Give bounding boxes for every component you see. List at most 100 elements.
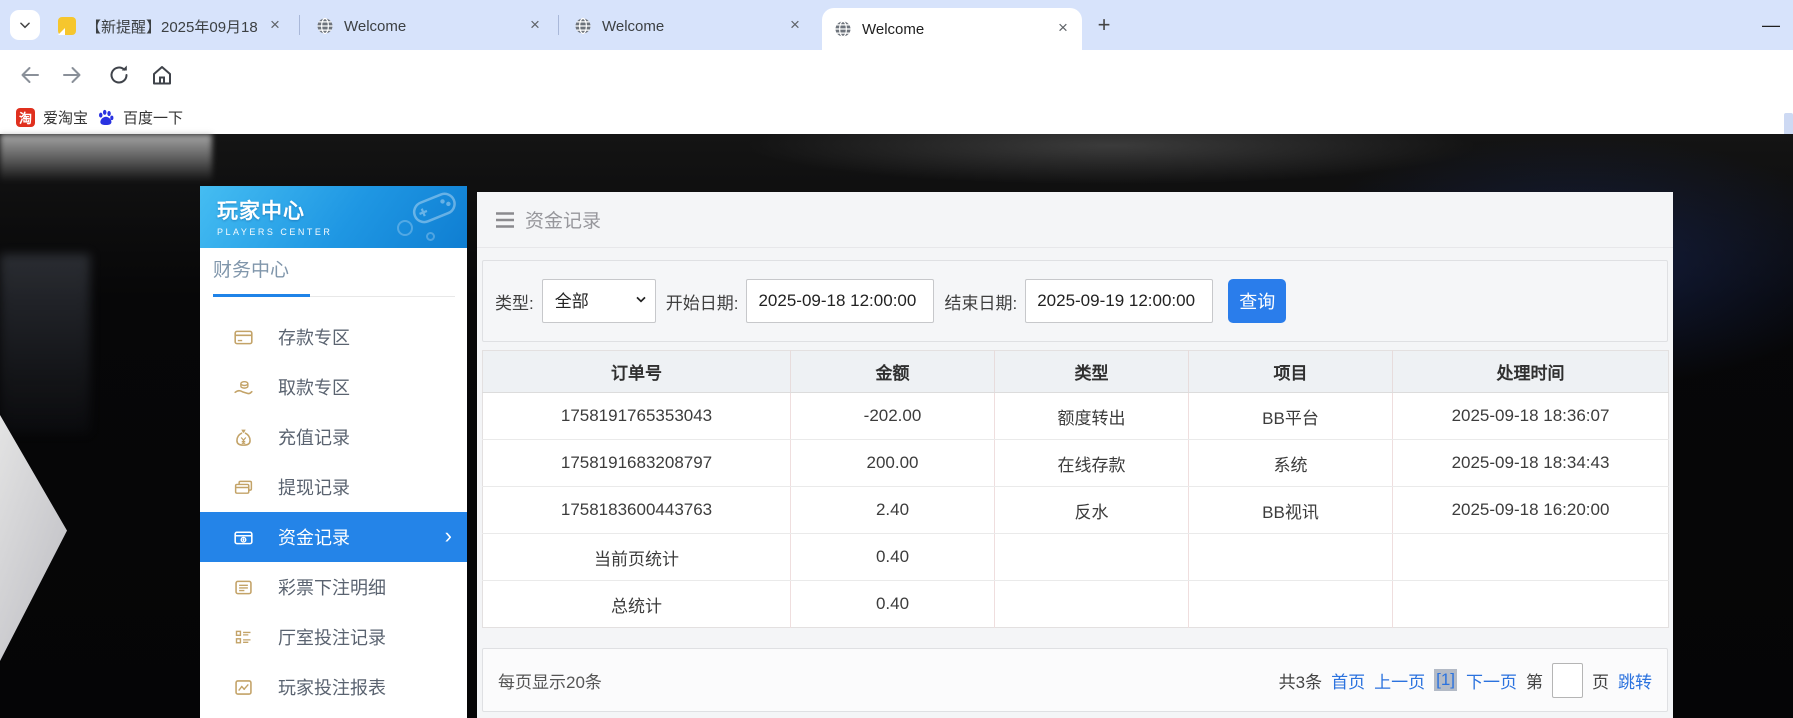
- tab-close-icon[interactable]: ×: [1052, 18, 1074, 40]
- jump-prefix: 第: [1526, 672, 1543, 692]
- cell-amount: 0.40: [790, 533, 995, 581]
- page-title: 资金记录: [525, 211, 602, 232]
- table-row-total-stats: 总统计 0.40: [482, 580, 1669, 628]
- sidebar-section-title: 财务中心: [213, 260, 290, 281]
- sidebar-item-label: 提现记录: [278, 478, 350, 498]
- tab-search-button[interactable]: [10, 10, 40, 40]
- sidebar-item-withdrawal-record[interactable]: 提现记录: [200, 462, 467, 512]
- back-icon[interactable]: [18, 63, 42, 87]
- tab-close-icon[interactable]: ×: [784, 15, 806, 37]
- tab-close-icon[interactable]: ×: [264, 15, 286, 37]
- pagination-controls: 共3条 首页 上一页 [1] 下一页 第 页 跳转: [1278, 662, 1652, 698]
- cell-type: 额度转出: [994, 392, 1189, 440]
- cell-process-time: 2025-09-18 16:20:00: [1392, 486, 1669, 534]
- sidebar-section: 财务中心: [200, 248, 467, 297]
- sidebar: 玩家中心 PLAYERS CENTER 财务中心 存款专区 取款专区 充值记录 …: [200, 186, 467, 718]
- withdraw-hand-icon: [234, 380, 253, 394]
- col-project: 项目: [1188, 350, 1393, 393]
- tab-title: Welcome: [344, 17, 407, 35]
- table-row-page-stats: 当前页统计 0.40: [482, 533, 1669, 581]
- wallet-icon: [234, 530, 253, 544]
- section-underline: [213, 294, 455, 297]
- first-page-link[interactable]: 首页: [1331, 668, 1365, 693]
- query-button[interactable]: 查询: [1228, 279, 1287, 323]
- end-date-label: 结束日期:: [944, 293, 1018, 313]
- bookmark-taobao[interactable]: 淘 爱淘宝: [16, 105, 88, 129]
- current-page-badge: [1]: [1434, 669, 1457, 691]
- table-row: 1758183600443763 2.40 反水 BB视讯 2025-09-18…: [482, 486, 1669, 534]
- cell-type: 在线存款: [994, 439, 1189, 487]
- cell-project: BB平台: [1188, 392, 1393, 440]
- sidebar-item-label: 玩家投注报表: [278, 678, 386, 698]
- bookmark-baidu[interactable]: 百度一下: [96, 105, 183, 129]
- globe-icon: [317, 17, 333, 35]
- background-triangle: [0, 415, 67, 661]
- cell-project: 系统: [1188, 439, 1393, 487]
- col-amount: 金额: [790, 350, 995, 393]
- type-select[interactable]: 全部: [541, 279, 656, 323]
- cell-order-id: 1758191683208797: [482, 439, 791, 487]
- cell-order-id: 1758183600443763: [482, 486, 791, 534]
- home-icon[interactable]: [150, 63, 174, 87]
- browser-tab-welcome-1[interactable]: Welcome ×: [304, 8, 554, 44]
- funds-table: 订单号 金额 类型 项目 处理时间 1758191765353043 -202.…: [482, 350, 1669, 628]
- browser-tab-notice[interactable]: 【新提醒】2025年09月18日 20 ×: [46, 8, 294, 44]
- sidebar-menu: 存款专区 取款专区 充值记录 提现记录 资金记录 › 彩票下注明细 厅室投注记录…: [200, 312, 467, 712]
- tab-title: Welcome: [602, 17, 665, 35]
- forward-icon[interactable]: [60, 63, 84, 87]
- sidebar-item-label: 取款专区: [278, 378, 350, 398]
- cell-process-time: 2025-09-18 18:36:07: [1392, 392, 1669, 440]
- jump-link[interactable]: 跳转: [1618, 668, 1652, 693]
- cell-process-time: 2025-09-18 18:34:43: [1392, 439, 1669, 487]
- bubble-decor: [397, 220, 413, 236]
- tab-separator: [299, 15, 300, 35]
- table-row: 1758191683208797 200.00 在线存款 系统 2025-09-…: [482, 439, 1669, 487]
- cell-amount: 2.40: [790, 486, 995, 534]
- col-order-id: 订单号: [482, 350, 791, 393]
- sidebar-item-label: 充值记录: [278, 428, 350, 448]
- page-jump-input[interactable]: [1552, 662, 1583, 698]
- filter-bar: 类型: 全部 开始日期: 结束日期: 查询: [482, 260, 1668, 342]
- grid-list-icon: [235, 630, 251, 643]
- total-count: 共3条: [1278, 672, 1323, 692]
- end-date-input[interactable]: [1025, 279, 1214, 323]
- cell-amount: -202.00: [790, 392, 995, 440]
- minimize-button[interactable]: —: [1758, 13, 1784, 37]
- cell-type: 反水: [994, 486, 1189, 534]
- sidebar-item-label: 彩票下注明细: [278, 578, 386, 598]
- new-tab-button[interactable]: +: [1090, 11, 1118, 39]
- sidebar-item-label: 厅室投注记录: [278, 628, 386, 648]
- sidebar-item-withdraw-zone[interactable]: 取款专区: [200, 362, 467, 412]
- sidebar-item-hall-bet-record[interactable]: 厅室投注记录: [200, 612, 467, 662]
- tab-title: Welcome: [862, 20, 925, 38]
- chevron-right-icon: ›: [444, 522, 452, 548]
- sidebar-item-funds-record[interactable]: 资金记录 ›: [200, 512, 467, 562]
- cell-project: BB视讯: [1188, 486, 1393, 534]
- sidebar-item-lottery-bet-detail[interactable]: 彩票下注明细: [200, 562, 467, 612]
- sidebar-item-recharge-record[interactable]: 充值记录: [200, 412, 467, 462]
- globe-icon: [835, 20, 851, 38]
- browser-tab-welcome-active[interactable]: Welcome ×: [822, 8, 1082, 50]
- hamburger-icon[interactable]: [495, 211, 515, 229]
- start-date-label: 开始日期:: [665, 293, 739, 313]
- reload-icon[interactable]: [107, 63, 131, 87]
- pagination-bar: 每页显示20条 共3条 首页 上一页 [1] 下一页 第 页 跳转: [482, 648, 1668, 712]
- cell-amount: 0.40: [790, 580, 995, 628]
- table-row: 1758191765353043 -202.00 额度转出 BB平台 2025-…: [482, 392, 1669, 440]
- report-chart-icon: [235, 679, 252, 695]
- background-blur: [0, 254, 90, 434]
- prev-page-link[interactable]: 上一页: [1374, 668, 1425, 693]
- browser-tab-welcome-2[interactable]: Welcome ×: [562, 8, 814, 44]
- cell-label: 总统计: [482, 580, 791, 628]
- start-date-input[interactable]: [746, 279, 935, 323]
- sidebar-header: 玩家中心 PLAYERS CENTER: [200, 186, 467, 248]
- col-process-time: 处理时间: [1392, 350, 1669, 393]
- sidebar-item-deposit-zone[interactable]: 存款专区: [200, 312, 467, 362]
- cards-icon: [234, 480, 253, 494]
- next-page-link[interactable]: 下一页: [1466, 668, 1517, 693]
- col-type: 类型: [994, 350, 1189, 393]
- sidebar-item-player-bet-report[interactable]: 玩家投注报表: [200, 662, 467, 712]
- type-label: 类型:: [495, 293, 534, 313]
- cell-amount: 200.00: [790, 439, 995, 487]
- tab-close-icon[interactable]: ×: [524, 15, 546, 37]
